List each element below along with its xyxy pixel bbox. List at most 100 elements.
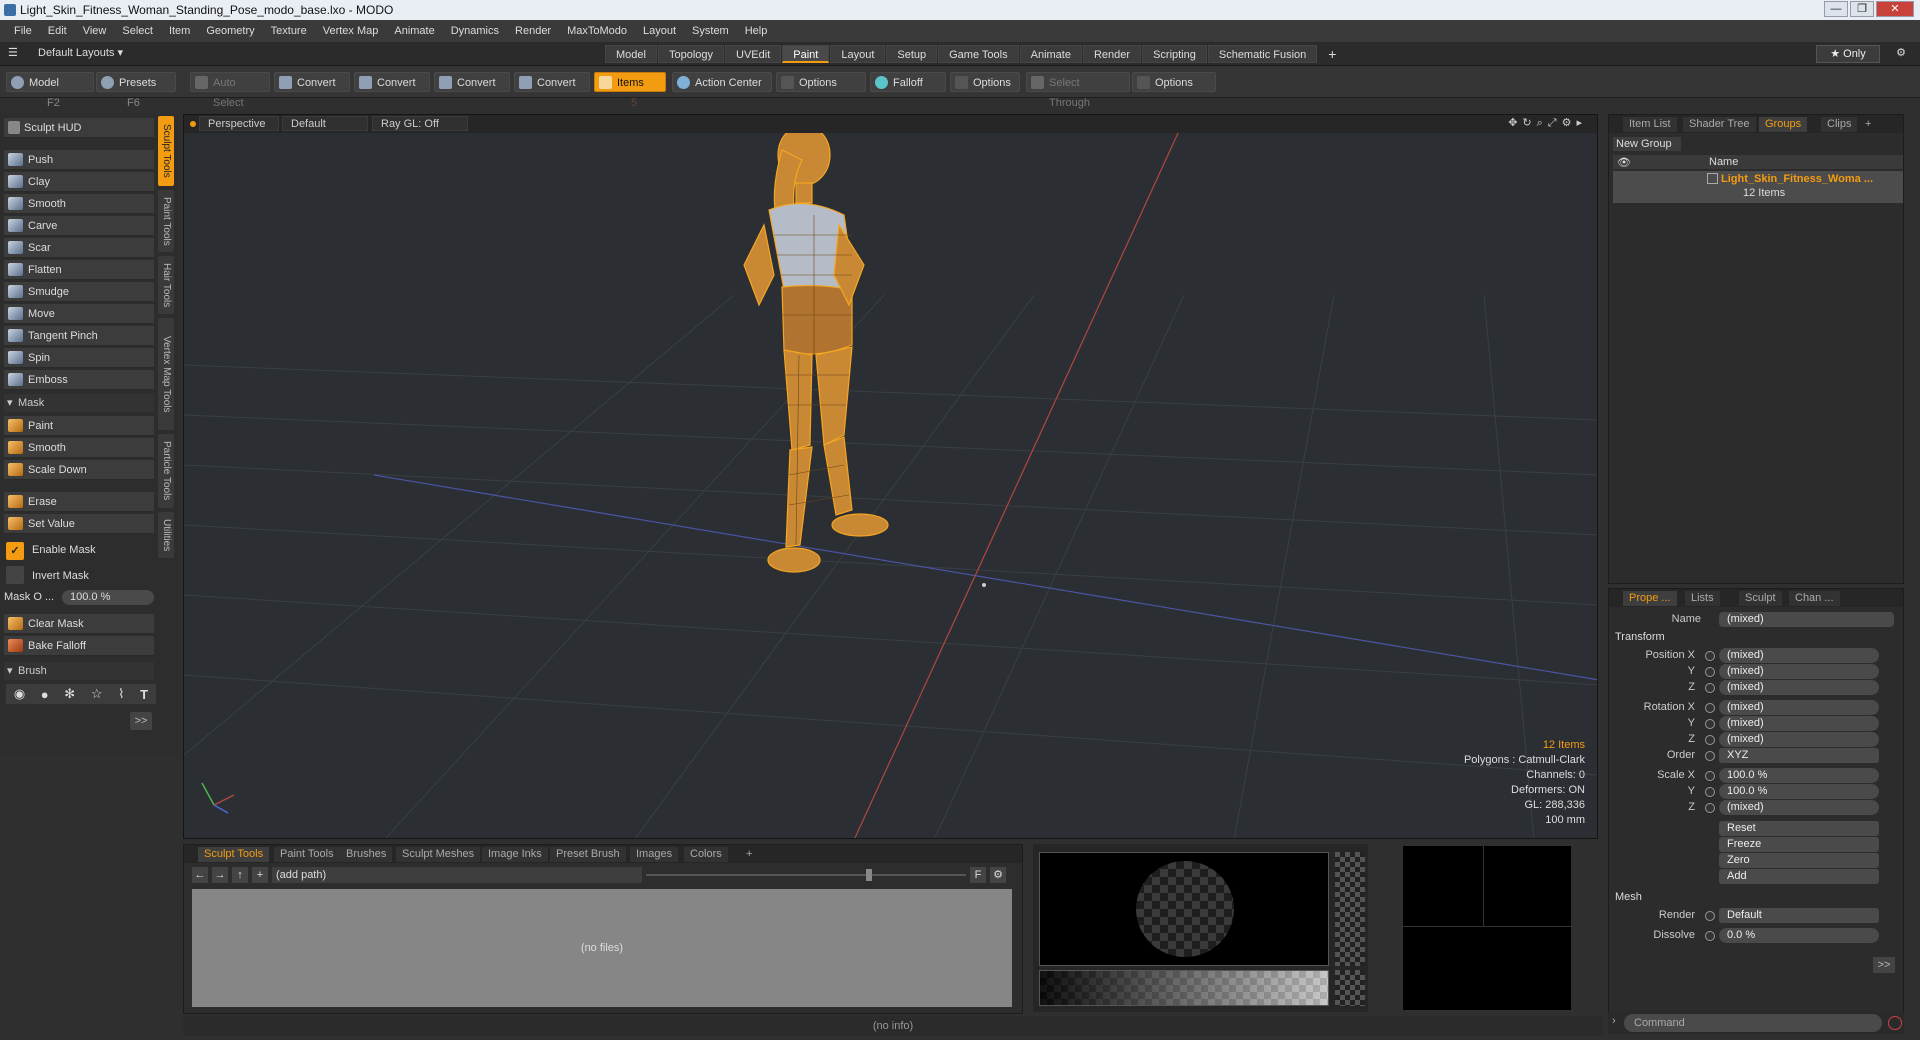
forward-arrow-icon[interactable]: → <box>212 867 228 883</box>
tool-move[interactable]: Move <box>4 304 154 324</box>
side-tab-hair-tools[interactable]: Hair Tools <box>158 256 174 314</box>
only-button[interactable]: ★ Only <box>1816 45 1880 63</box>
menu-system[interactable]: System <box>684 25 737 37</box>
tool-tangent-pinch[interactable]: Tangent Pinch <box>4 326 154 346</box>
scale-x-field[interactable]: 100.0 % <box>1719 768 1879 783</box>
zero-dropdown[interactable]: Zero <box>1719 853 1879 868</box>
menu-item[interactable]: Item <box>161 25 198 37</box>
add-tab-button[interactable]: + <box>1318 45 1346 63</box>
scale-z-field[interactable]: (mixed) <box>1719 800 1879 815</box>
tool-smooth[interactable]: Smooth <box>4 194 154 214</box>
btab-preset-brush[interactable]: Preset Brush <box>550 847 626 862</box>
rotation-z-keyframe-icon[interactable] <box>1705 735 1715 745</box>
select-options-button[interactable]: Options <box>1132 72 1216 92</box>
set-value-button[interactable]: Set Value <box>4 514 154 534</box>
mask-opacity-field[interactable]: 100.0 % <box>62 590 154 605</box>
raygl-toggle[interactable]: Ray GL: Off <box>372 116 468 131</box>
brush-section-header[interactable]: Brush <box>4 662 154 680</box>
tab-render[interactable]: Render <box>1082 45 1142 63</box>
tool-spin[interactable]: Spin <box>4 348 154 368</box>
tab-scripting[interactable]: Scripting <box>1142 45 1207 63</box>
add-bottom-tab-icon[interactable]: + <box>740 847 758 862</box>
tab-groups[interactable]: Groups <box>1759 117 1808 132</box>
model-button[interactable]: Model F2 <box>6 72 94 109</box>
falloff-button[interactable]: Falloff <box>870 72 946 92</box>
tool-flatten[interactable]: Flatten <box>4 260 154 280</box>
menu-render[interactable]: Render <box>507 25 559 37</box>
tab-uvedit[interactable]: UVEdit <box>725 45 782 63</box>
tab-topology[interactable]: Topology <box>657 45 725 63</box>
add-dropdown[interactable]: Add <box>1719 869 1879 884</box>
position-y-keyframe-icon[interactable] <box>1705 667 1715 677</box>
menu-select[interactable]: Select <box>114 25 161 37</box>
layout-menu-icon[interactable]: ☰ <box>8 46 18 59</box>
tool-emboss[interactable]: Emboss <box>4 370 154 390</box>
btab-paint-tools[interactable]: Paint Tools <box>274 847 340 862</box>
group-row[interactable]: Light_Skin_Fitness_Woma ... 12 Items <box>1613 171 1903 203</box>
up-folder-icon[interactable]: ↑ <box>232 867 248 883</box>
render-dropdown[interactable]: Default <box>1719 908 1879 923</box>
menu-animate[interactable]: Animate <box>386 25 442 37</box>
tool-carve[interactable]: Carve <box>4 216 154 236</box>
tab-setup[interactable]: Setup <box>886 45 938 63</box>
action-center-button[interactable]: Action Center <box>672 72 772 92</box>
position-x-keyframe-icon[interactable] <box>1705 651 1715 661</box>
brush-more-button[interactable]: >> <box>130 712 152 730</box>
falloff-options-button[interactable]: Options <box>950 72 1020 92</box>
order-keyframe-icon[interactable] <box>1705 751 1715 761</box>
auto-select-button[interactable]: Auto Select <box>190 72 270 109</box>
btab-brushes[interactable]: Brushes <box>340 847 393 862</box>
new-group-button[interactable]: New Group <box>1613 137 1681 151</box>
tab-item-list[interactable]: Item List <box>1623 117 1677 132</box>
render-keyframe-icon[interactable] <box>1705 911 1715 921</box>
menu-file[interactable]: File <box>6 25 40 37</box>
add-panel-tab-icon[interactable]: + <box>1859 117 1877 132</box>
name-field[interactable]: (mixed) <box>1719 612 1894 627</box>
mesh-header[interactable]: Mesh <box>1615 891 1642 903</box>
tab-sculpt[interactable]: Sculpt <box>1739 591 1782 606</box>
mask-smooth-button[interactable]: Smooth <box>4 438 154 458</box>
tab-paint[interactable]: Paint <box>782 45 830 63</box>
tab-shader-tree[interactable]: Shader Tree <box>1683 117 1756 132</box>
scale-y-field[interactable]: 100.0 % <box>1719 784 1879 799</box>
side-tab-sculpt-tools[interactable]: Sculpt Tools <box>158 116 174 186</box>
position-z-field[interactable]: (mixed) <box>1719 680 1879 695</box>
soft-brush-icon[interactable]: ◉ <box>14 686 25 702</box>
shading-default-dropdown[interactable]: Default <box>282 116 368 131</box>
minimize-button[interactable]: — <box>1824 1 1848 17</box>
tab-channels[interactable]: Chan ... <box>1789 591 1840 606</box>
menu-dynamics[interactable]: Dynamics <box>443 25 507 37</box>
default-layouts-dropdown[interactable]: Default Layouts ▾ <box>38 46 123 59</box>
rotation-y-keyframe-icon[interactable] <box>1705 719 1715 729</box>
splatter-brush-icon[interactable]: ✻ <box>64 686 75 702</box>
reset-dropdown[interactable]: Reset <box>1719 821 1879 836</box>
tool-push[interactable]: Push <box>4 150 154 170</box>
erase-button[interactable]: Erase <box>4 492 154 512</box>
tool-smudge[interactable]: Smudge <box>4 282 154 302</box>
menu-help[interactable]: Help <box>737 25 776 37</box>
tab-clips[interactable]: Clips <box>1821 117 1858 132</box>
presets-button[interactable]: Presets F6 <box>96 72 176 109</box>
star-brush-icon[interactable]: ☆ <box>91 686 103 702</box>
side-tab-utilities[interactable]: Utilities <box>158 512 174 558</box>
maximize-button[interactable]: ❐ <box>1850 1 1874 17</box>
thumbnail-size-slider[interactable] <box>646 867 966 883</box>
scale-z-keyframe-icon[interactable] <box>1705 803 1715 813</box>
items-mode-button[interactable]: Items 5 <box>594 72 666 109</box>
3d-viewport[interactable]: Perspective Default Ray GL: Off ✥↻⌕⤢⚙▸ 1… <box>183 114 1598 839</box>
text-brush-icon[interactable]: T <box>140 687 148 702</box>
record-icon[interactable] <box>1888 1016 1902 1030</box>
enable-mask-checkbox[interactable]: ✓ <box>6 542 24 560</box>
side-tab-vertex-map-tools[interactable]: Vertex Map Tools <box>158 318 174 430</box>
tool-clay[interactable]: Clay <box>4 172 154 192</box>
selected-woman-mesh[interactable] <box>743 124 889 573</box>
visibility-eye-icon[interactable]: 👁 <box>1617 156 1631 169</box>
transform-header[interactable]: Transform <box>1615 631 1665 643</box>
command-input[interactable]: Command <box>1624 1014 1882 1032</box>
menu-texture[interactable]: Texture <box>263 25 315 37</box>
convert-vertices-button[interactable]: Convert <box>274 72 350 92</box>
tab-properties[interactable]: Prope ... <box>1623 591 1677 606</box>
position-x-field[interactable]: (mixed) <box>1719 648 1879 663</box>
tab-schematic-fusion[interactable]: Schematic Fusion <box>1207 45 1318 63</box>
btab-sculpt-meshes[interactable]: Sculpt Meshes <box>396 847 481 862</box>
